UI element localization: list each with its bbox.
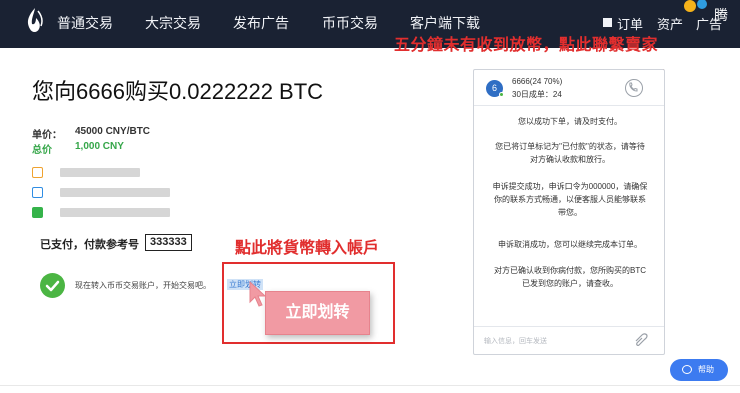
chat-bubble-icon [682,365,692,374]
chat-header: 6 6666(24 70%) 30日成单：24 [474,70,664,106]
alipay-icon [32,187,43,198]
attach-icon[interactable] [632,332,650,346]
success-check-icon [40,273,65,298]
chat-message: 对方已确认收到你病付款，您所购买的BTC已发到您的账户，请查收。 [494,266,646,288]
chat-message: 您以成功下单，请及时支付。 [518,117,622,126]
cursor-icon [249,280,267,307]
seller-order-count: 30日成单：24 [512,90,562,99]
svg-text:腾: 腾 [714,7,728,24]
nav-item-client-download[interactable]: 客户端下载 [410,13,480,33]
payment-reference-label: 已支付，付款参考号 [40,239,139,251]
square-icon [603,18,612,27]
page-title: 您向6666购买0.0222222 BTC [32,79,324,104]
chat-message: 您已将订单标记为"已付款"的状态，请等待对方确认收款和放行。 [495,142,645,164]
price-label: 单价： [32,130,62,141]
transfer-hint-text: 现在转入币币交易账户，开始交易吧。 [75,281,211,290]
chat-message: 申诉取消成功，您可以继续完成本订单。 [498,240,642,249]
payment-method-wechat [60,208,170,217]
annotation-transfer-to-account: 點此將貨幣轉入帳戶 [235,240,380,257]
nav-item-block-trade[interactable]: 大宗交易 [145,13,201,33]
phone-icon[interactable] [625,79,643,97]
help-button[interactable]: 帮助 [670,359,728,381]
help-label: 帮助 [698,365,714,374]
wechat-icon [32,207,43,218]
online-status-dot [499,92,504,97]
annotation-contact-seller: 五分鐘未有收到放幣，點此聯繫賣家 [394,37,659,54]
chat-panel: 6 6666(24 70%) 30日成单：24 您以成功下单，请及时支付。 您已… [473,69,665,355]
transfer-now-button[interactable]: 立即划转 [265,291,370,335]
nav-item-coin-trade[interactable]: 币币交易 [322,13,378,33]
total-value: 1,000 CNY [75,141,124,152]
price-value: 45000 CNY/BTC [75,126,151,137]
payment-method-bank [60,168,140,177]
corner-logo-icon: 腾 [684,0,728,24]
total-label: 总价 [32,145,52,156]
nav-item-ordinary-trade[interactable]: 普通交易 [57,13,113,33]
chat-message: 申诉提交成功，申诉口令为000000，请确保你的联系方式畅通，以便客服人员能够联… [492,182,648,217]
chat-input-divider [474,326,664,327]
payment-method-alipay [60,188,170,197]
payment-reference-value: 333333 [145,234,192,251]
logo-icon[interactable] [24,7,44,35]
bank-card-icon [32,167,43,178]
seller-name: 6666(24 70%) [512,77,563,86]
nav-item-post-ad[interactable]: 发布广告 [233,13,289,33]
chat-input[interactable]: 输入信息，回车发送 [484,336,547,346]
footer-divider [0,385,740,386]
